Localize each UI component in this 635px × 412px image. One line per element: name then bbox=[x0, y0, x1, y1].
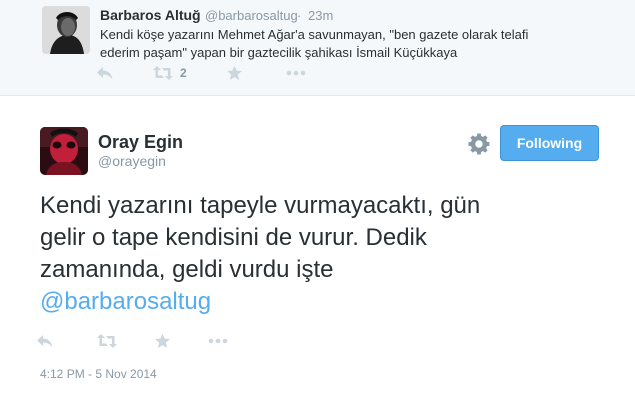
gear-icon[interactable] bbox=[468, 133, 490, 155]
favorite-button[interactable] bbox=[226, 65, 243, 81]
main-tweet: Oray Egin @orayegin Following Kendi yaza… bbox=[0, 97, 635, 412]
retweet-icon bbox=[152, 65, 174, 81]
more-icon bbox=[286, 67, 306, 79]
tweet-text: Kendi köşe yazarını Mehmet Ağar'a savunm… bbox=[100, 26, 600, 61]
tweet-text-line: zamanında, geldi vurdu işte bbox=[40, 256, 334, 283]
tweet-text-line: Kendi yazarını tapeyle vurmayacaktı, gün bbox=[40, 192, 481, 219]
reply-icon bbox=[96, 65, 114, 81]
more-button[interactable] bbox=[208, 335, 228, 347]
favorite-icon bbox=[154, 333, 171, 349]
retweet-count: 2 bbox=[180, 66, 187, 80]
reply-button[interactable] bbox=[36, 333, 54, 349]
retweet-button[interactable]: 2 bbox=[152, 65, 187, 81]
retweet-button[interactable] bbox=[96, 333, 118, 349]
avatar[interactable] bbox=[42, 6, 90, 54]
following-button[interactable]: Following bbox=[500, 125, 599, 161]
avatar[interactable] bbox=[40, 127, 88, 175]
favorite-button[interactable] bbox=[154, 333, 171, 349]
author-name[interactable]: Barbaros Altuğ bbox=[100, 7, 201, 23]
reply-icon bbox=[36, 333, 54, 349]
author-handle[interactable]: @barbarosaltug bbox=[205, 8, 298, 23]
tweet-time[interactable]: 23m bbox=[308, 8, 333, 23]
tweet-timestamp[interactable]: 4:12 PM - 5 Nov 2014 bbox=[40, 367, 157, 381]
author-name[interactable]: Oray Egin bbox=[98, 132, 183, 153]
favorite-icon bbox=[226, 65, 243, 81]
tweet-text: Kendi yazarını tapeyle vurmayacaktı, gün… bbox=[40, 190, 600, 318]
separator-dot: · bbox=[297, 8, 302, 23]
author-handle[interactable]: @orayegin bbox=[98, 153, 166, 169]
tweet-text-line: gelir o tape kendisini de vurur. Dedik bbox=[40, 224, 427, 251]
context-tweet[interactable]: Barbaros Altuğ @barbarosaltug · 23m Kend… bbox=[0, 0, 635, 96]
tweet-text-line: ederim paşam" yapan bir gaztecilik şahik… bbox=[100, 44, 458, 60]
tweet-text-line: Kendi köşe yazarını Mehmet Ağar'a savunm… bbox=[100, 27, 529, 42]
more-icon bbox=[208, 335, 228, 347]
reply-button[interactable] bbox=[96, 65, 114, 81]
more-button[interactable] bbox=[286, 67, 306, 79]
mention-link[interactable]: @barbarosaltug bbox=[40, 288, 211, 315]
retweet-icon bbox=[96, 333, 118, 349]
